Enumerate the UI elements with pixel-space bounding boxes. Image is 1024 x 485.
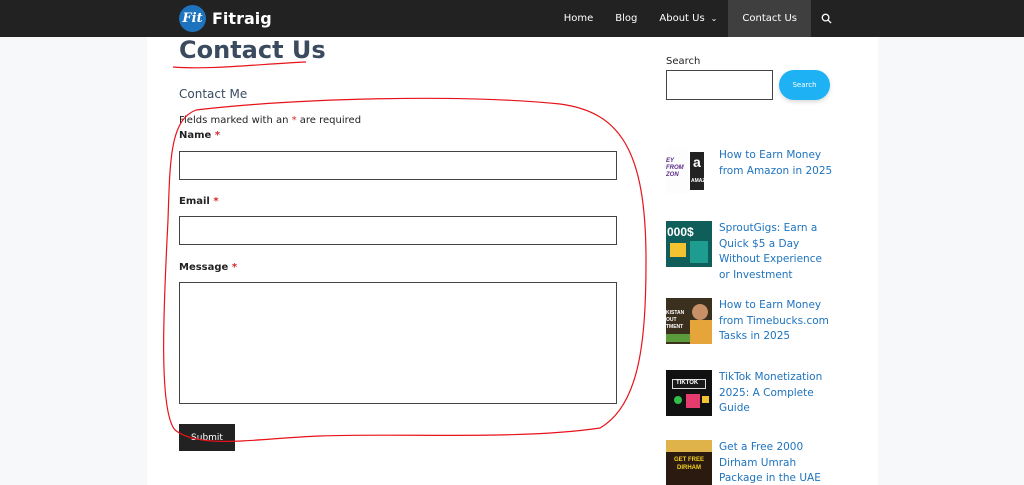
thumb-caption: 000$	[667, 225, 694, 239]
nav-home-label: Home	[563, 13, 594, 24]
message-label: Message *	[179, 262, 237, 273]
message-label-text: Message	[179, 262, 229, 273]
sidebar-search-button[interactable]: Search	[779, 70, 830, 100]
sidebar-search-input[interactable]	[666, 70, 773, 100]
logo-icon: Fit	[179, 5, 206, 32]
post-thumbnail[interactable]: GET FREE DIRHAM	[666, 440, 712, 485]
post-title-link[interactable]: How to Earn Money from Amazon in 2025	[719, 148, 834, 179]
email-required-star: *	[213, 196, 219, 207]
post-title-link[interactable]: SproutGigs: Earn a Quick $5 a Day Withou…	[719, 221, 834, 283]
brand-logo[interactable]: Fit Fitraig	[179, 5, 272, 32]
recent-post-item[interactable]: GET FREE DIRHAM Get a Free 2000 Dirham U…	[666, 440, 836, 485]
thumb-caption: KISTAN OUT TMENT	[666, 310, 685, 330]
required-note-pre: Fields marked with an	[179, 115, 292, 126]
post-title-link[interactable]: TikTok Monetization 2025: A Complete Gui…	[719, 370, 834, 417]
email-input[interactable]	[179, 216, 617, 245]
nav-blog-label: Blog	[615, 13, 638, 24]
submit-button[interactable]: Submit	[179, 424, 235, 451]
thumb-sub: AMAZ	[691, 178, 706, 184]
chevron-down-icon: ⌄	[710, 14, 718, 23]
post-thumbnail[interactable]: 000$	[666, 221, 712, 267]
name-required-star: *	[214, 130, 221, 141]
nav-blog[interactable]: Blog	[604, 0, 648, 37]
thumb-caption: TIKTOK	[676, 380, 699, 386]
thumb-caption: EY FROM ZON	[666, 158, 684, 178]
required-note: Fields marked with an * are required	[179, 115, 361, 126]
post-title-link[interactable]: Get a Free 2000 Dirham Umrah Package in …	[719, 440, 834, 485]
main-nav: Home Blog About Us ⌄ Contact Us	[553, 0, 846, 37]
name-input[interactable]	[179, 151, 617, 180]
sidebar-search-label: Search	[666, 56, 701, 67]
name-label: Name *	[179, 130, 220, 141]
post-thumbnail[interactable]: EY FROM ZON a AMAZ	[666, 148, 712, 194]
message-textarea[interactable]	[179, 282, 617, 404]
nav-home[interactable]: Home	[553, 0, 605, 37]
site-name: Fitraig	[212, 9, 272, 28]
post-thumbnail[interactable]: TIKTOK	[666, 370, 712, 416]
thumb-letter: a	[693, 154, 701, 170]
nav-contact-us[interactable]: Contact Us	[728, 0, 811, 37]
search-icon	[821, 13, 832, 24]
nav-contact-label: Contact Us	[742, 13, 797, 24]
post-thumbnail[interactable]: KISTAN OUT TMENT	[666, 298, 712, 344]
post-title-link[interactable]: How to Earn Money from Timebucks.com Tas…	[719, 298, 834, 345]
nav-about-us[interactable]: About Us ⌄	[648, 0, 728, 37]
recent-post-item[interactable]: 000$ SproutGigs: Earn a Quick $5 a Day W…	[666, 221, 836, 281]
message-required-star: *	[231, 262, 238, 273]
email-label-text: Email	[179, 196, 210, 207]
main-content	[147, 37, 650, 485]
nav-about-label: About Us	[659, 13, 705, 24]
name-label-text: Name	[179, 130, 212, 141]
recent-post-item[interactable]: EY FROM ZON a AMAZ How to Earn Money fro…	[666, 148, 836, 194]
nav-search-button[interactable]	[811, 0, 846, 37]
page-title: Contact Us	[179, 36, 326, 64]
required-note-post: are required	[296, 115, 362, 126]
email-label: Email *	[179, 196, 219, 207]
form-heading: Contact Me	[179, 87, 248, 101]
top-navbar: Fit Fitraig Home Blog About Us ⌄ Contact …	[0, 0, 1024, 37]
recent-post-item[interactable]: KISTAN OUT TMENT How to Earn Money from …	[666, 298, 836, 346]
thumb-caption: GET FREE DIRHAM	[673, 457, 704, 471]
recent-post-item[interactable]: TIKTOK TikTok Monetization 2025: A Compl…	[666, 370, 836, 418]
